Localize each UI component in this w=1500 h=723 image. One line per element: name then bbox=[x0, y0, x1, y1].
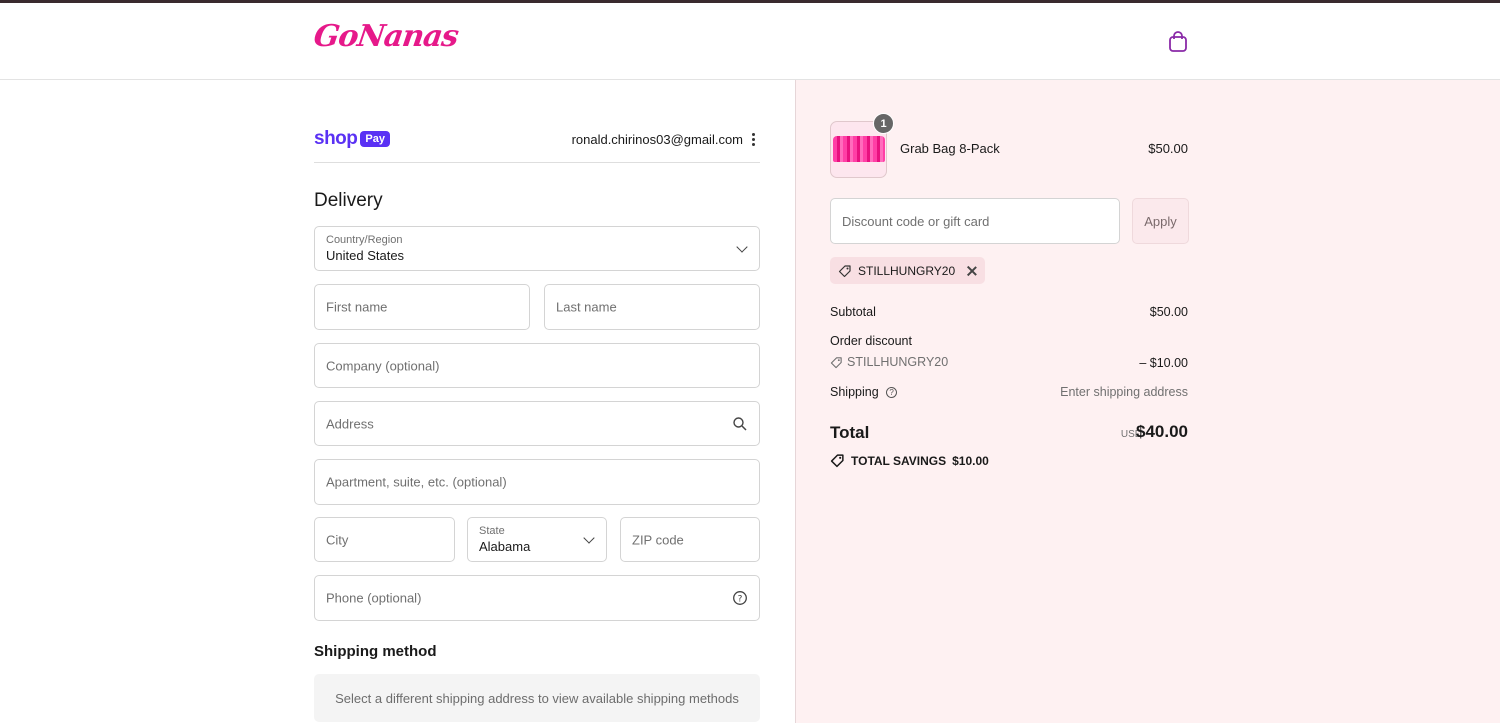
shipping-row-label: Shipping ? bbox=[830, 385, 898, 399]
store-logo[interactable]: GoNanas bbox=[312, 19, 461, 54]
address-placeholder: Address bbox=[326, 416, 374, 431]
quantity-badge: 1 bbox=[873, 113, 894, 134]
zip-placeholder: ZIP code bbox=[632, 532, 684, 547]
divider bbox=[314, 162, 760, 163]
subtotal-label: Subtotal bbox=[830, 305, 876, 319]
address-field[interactable]: Address bbox=[314, 401, 760, 446]
city-placeholder: City bbox=[326, 532, 349, 547]
order-discount-code-row: STILLHUNGRY20 bbox=[830, 355, 948, 369]
country-select[interactable]: Country/Region United States bbox=[314, 226, 760, 271]
applied-discount-chip: STILLHUNGRY20 bbox=[830, 257, 986, 284]
order-discount-value: – $10.00 bbox=[1139, 356, 1188, 370]
shipping-value: Enter shipping address bbox=[1060, 385, 1188, 399]
country-label: Country/Region bbox=[326, 234, 403, 246]
state-label: State bbox=[479, 525, 505, 537]
phone-field[interactable]: Phone (optional) ? bbox=[314, 575, 760, 621]
chevron-down-icon bbox=[583, 531, 595, 544]
tag-icon bbox=[830, 356, 842, 368]
last-name-field[interactable]: Last name bbox=[544, 284, 760, 330]
tag-icon bbox=[838, 264, 851, 277]
checkout-form-column: shop Pay ronald.chirinos03@gmail.com Del… bbox=[0, 80, 795, 723]
kebab-menu-icon[interactable] bbox=[751, 133, 757, 147]
help-circle-icon[interactable]: ? bbox=[732, 590, 748, 606]
shop-pay-word: shop bbox=[314, 128, 358, 149]
savings-label: TOTAL SAVINGS bbox=[851, 453, 947, 468]
company-placeholder: Company (optional) bbox=[326, 358, 440, 373]
account-email: ronald.chirinos03@gmail.com bbox=[571, 132, 743, 147]
state-value: Alabama bbox=[479, 539, 531, 554]
delivery-heading: Delivery bbox=[314, 190, 383, 211]
search-icon[interactable] bbox=[732, 416, 748, 432]
help-circle-icon[interactable]: ? bbox=[886, 387, 898, 399]
total-label: Total bbox=[830, 423, 870, 442]
apartment-placeholder: Apartment, suite, etc. (optional) bbox=[326, 474, 507, 490]
product-image bbox=[833, 136, 885, 162]
discount-placeholder: Discount code or gift card bbox=[842, 214, 990, 229]
first-name-field[interactable]: First name bbox=[314, 284, 530, 330]
order-discount-code: STILLHUNGRY20 bbox=[847, 355, 949, 369]
shipping-method-notice: Select a different shipping address to v… bbox=[314, 674, 760, 722]
city-field[interactable]: City bbox=[314, 517, 455, 562]
total-savings: TOTAL SAVINGS $10.00 bbox=[830, 453, 989, 468]
shipping-label: Shipping bbox=[830, 385, 879, 399]
remove-discount-icon[interactable] bbox=[967, 266, 977, 276]
state-select[interactable]: State Alabama bbox=[467, 517, 607, 562]
subtotal-value: $50.00 bbox=[1149, 305, 1188, 319]
country-value: United States bbox=[326, 248, 405, 263]
company-field[interactable]: Company (optional) bbox=[314, 343, 760, 388]
chevron-down-icon bbox=[736, 240, 748, 253]
first-name-placeholder: First name bbox=[326, 299, 388, 315]
total-value: $40.00 bbox=[1136, 422, 1188, 441]
order-summary-panel: 1 Grab Bag 8-Pack $50.00 Discount code o… bbox=[795, 80, 1500, 723]
shopping-bag-icon[interactable] bbox=[1168, 31, 1188, 53]
discount-code-input[interactable]: Discount code or gift card bbox=[830, 198, 1120, 244]
savings-value: $10.00 bbox=[952, 453, 989, 468]
shop-pay-badge: Pay bbox=[360, 131, 390, 147]
zip-field[interactable]: ZIP code bbox=[620, 517, 760, 562]
svg-text:?: ? bbox=[738, 595, 743, 605]
shipping-method-heading: Shipping method bbox=[314, 643, 437, 660]
shop-pay-logo: shop Pay bbox=[314, 128, 390, 150]
applied-code-text: STILLHUNGRY20 bbox=[858, 263, 956, 278]
apply-discount-button[interactable]: Apply bbox=[1132, 198, 1189, 244]
phone-placeholder: Phone (optional) bbox=[326, 590, 422, 606]
order-discount-label: Order discount bbox=[830, 334, 912, 348]
product-name: Grab Bag 8-Pack bbox=[900, 141, 1000, 156]
apartment-field[interactable]: Apartment, suite, etc. (optional) bbox=[314, 459, 760, 505]
product-price: $50.00 bbox=[1148, 141, 1188, 156]
last-name-placeholder: Last name bbox=[556, 299, 617, 315]
tag-icon bbox=[830, 454, 844, 468]
site-header: GoNanas bbox=[0, 3, 1500, 80]
